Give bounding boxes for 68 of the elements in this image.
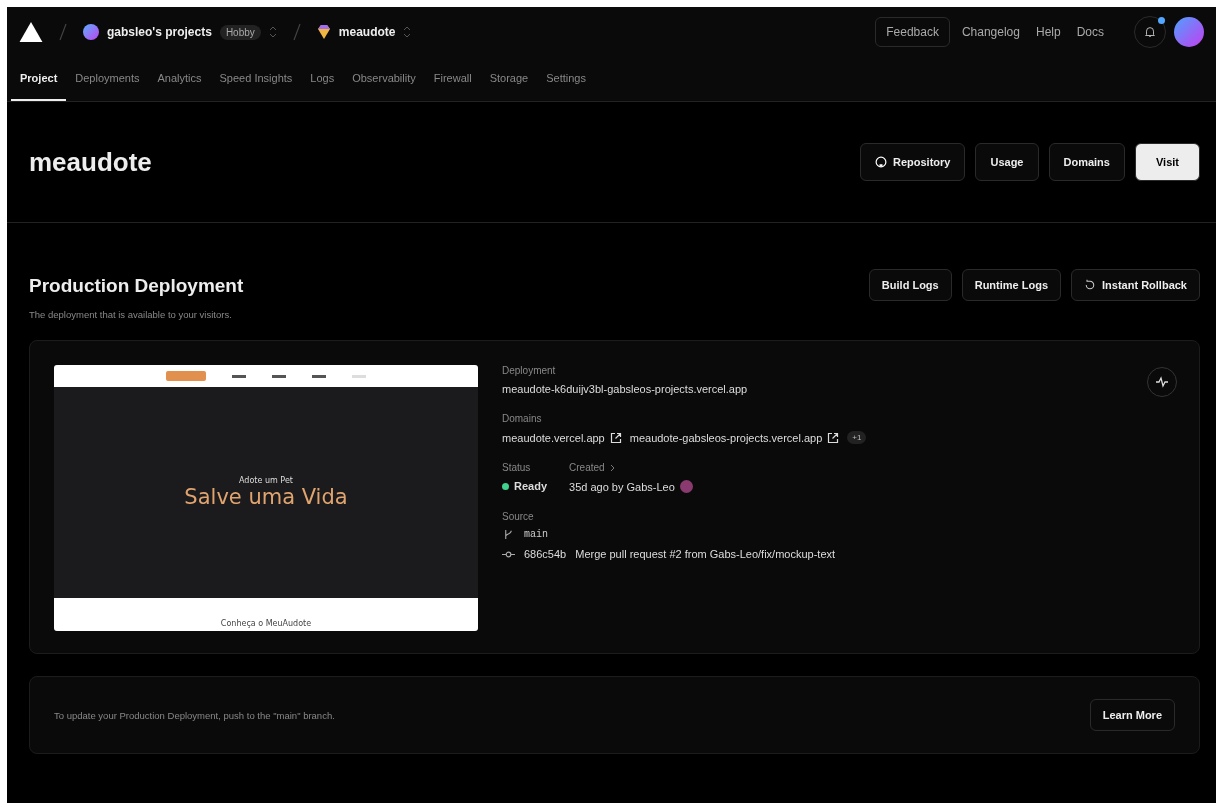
separator-icon	[292, 23, 301, 41]
team-name[interactable]: gabsleo's projects	[107, 25, 212, 39]
rollback-button[interactable]: Instant Rollback	[1071, 269, 1200, 301]
nav-tab[interactable]: Logs	[301, 57, 344, 101]
field-label: Domains	[502, 413, 543, 424]
nav-tab[interactable]: Analytics	[148, 57, 211, 101]
nav-link[interactable]: Help	[1035, 25, 1061, 39]
preview-nav-item	[272, 374, 286, 378]
banner-text: To update your Production Deployment, push to the "main" branch.	[54, 709, 335, 721]
commit-message[interactable]: Merge pull request #2 from Gabs-Leo/fix/mockup-text	[575, 548, 836, 560]
field-label: Status	[502, 462, 532, 473]
nav-tab[interactable]: Firewall	[424, 57, 481, 101]
status-text: Ready	[514, 480, 548, 492]
diamond-icon	[316, 24, 331, 40]
domain-link[interactable]: meaudote-gabsleos-projects.vercel.app	[629, 431, 823, 444]
nav-tab[interactable]: Settings	[537, 57, 595, 101]
logo-icon[interactable]	[19, 22, 43, 42]
header-button[interactable]: Domains	[1048, 143, 1125, 181]
plan-badge: Hobby	[219, 24, 261, 40]
branch-icon	[502, 529, 515, 540]
project-title: meaudote	[29, 146, 152, 178]
nav-tab[interactable]: Speed Insights	[210, 57, 302, 101]
learn-more-button[interactable]: Learn More	[1089, 699, 1175, 731]
caret-icon[interactable]	[609, 463, 616, 472]
logs-button[interactable]: Build Logs	[868, 269, 952, 301]
deployment-url[interactable]: meaudote-k6duijv3bl-gabsleos-projects.vercel.app	[502, 383, 867, 395]
branch-name[interactable]: main	[524, 529, 548, 540]
preview-nav-item	[232, 374, 246, 378]
external-link-icon[interactable]	[827, 431, 840, 444]
nav-tab[interactable]: Project	[11, 57, 67, 101]
status-dot	[502, 482, 509, 490]
nav-tab[interactable]: Observability	[343, 57, 425, 101]
preview-headline: Salve uma Vida	[184, 485, 348, 509]
more-domains-badge[interactable]: +1	[847, 431, 867, 444]
chevron-updown-icon[interactable]	[268, 25, 277, 39]
separator-icon	[59, 23, 67, 41]
field-label: Deployment	[502, 365, 557, 376]
user-avatar-icon[interactable]	[1174, 17, 1204, 47]
section-subtitle: The deployment that is available to your visitors.	[29, 309, 233, 320]
logs-button[interactable]: Runtime Logs	[961, 269, 1062, 301]
repository-button[interactable]: Repository	[860, 143, 966, 181]
chevron-updown-icon[interactable]	[403, 25, 412, 39]
created-text: 35d ago by Gabs-Leo	[569, 480, 675, 493]
project-name[interactable]: meaudote	[338, 25, 396, 39]
domain-link[interactable]: meaudote.vercel.app	[502, 431, 605, 444]
user-avatar-icon	[679, 480, 693, 493]
header-button[interactable]: Usage	[975, 143, 1039, 181]
preview-kicker: Adote um Pet	[239, 476, 293, 485]
preview-nav-item	[352, 374, 366, 378]
visit-button[interactable]: Visit	[1134, 143, 1200, 181]
pulse-icon	[1154, 374, 1170, 390]
site-preview[interactable]: Adote um Pet Salve uma Vida Conheça o MeuAudote	[54, 365, 478, 631]
team-avatar-icon	[83, 24, 99, 40]
nav-tab[interactable]: Storage	[480, 57, 538, 101]
preview-nav-button	[166, 371, 206, 381]
bell-icon	[1143, 25, 1157, 39]
section-title: Production Deployment	[29, 275, 244, 297]
undo-icon	[1084, 279, 1097, 291]
field-label: Created	[569, 462, 605, 473]
feedback-button[interactable]: Feedback	[875, 17, 950, 47]
preview-footer-text: Conheça o MeuAudote	[220, 619, 312, 628]
nav-tab[interactable]: Deployments	[66, 57, 149, 101]
preview-nav-item	[312, 374, 326, 378]
nav-link[interactable]: Docs	[1076, 25, 1104, 39]
nav-link[interactable]: Changelog	[961, 25, 1020, 39]
external-link-icon[interactable]	[609, 431, 622, 444]
commit-hash[interactable]: 686c54b	[524, 548, 567, 560]
field-label: Source	[502, 511, 535, 522]
